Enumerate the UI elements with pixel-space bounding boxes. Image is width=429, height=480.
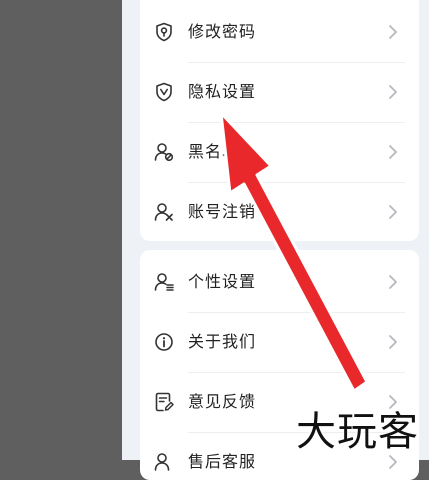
settings-card-account: 修改密码 隐私设置 黑名单 账号注销 [140, 0, 419, 241]
user-settings-icon [154, 272, 174, 292]
chevron-right-icon [385, 274, 401, 290]
settings-panel: 修改密码 隐私设置 黑名单 账号注销 个性设置 关于我们 意见反馈 售后客服 [122, 0, 429, 480]
chevron-right-icon [385, 454, 401, 470]
settings-item-label: 个性设置 [188, 272, 257, 291]
info-icon [154, 332, 174, 352]
settings-item-personalization[interactable]: 个性设置 [140, 252, 419, 312]
chevron-right-icon [385, 84, 401, 100]
chevron-right-icon [385, 394, 401, 410]
chevron-right-icon [385, 24, 401, 40]
settings-item-label: 账号注销 [188, 202, 257, 221]
chevron-right-icon [385, 144, 401, 160]
settings-item-blacklist[interactable]: 黑名单 [140, 122, 419, 182]
chevron-right-icon [385, 204, 401, 220]
settings-item-label: 隐私设置 [188, 82, 257, 101]
settings-item-label: 黑名单 [188, 142, 240, 161]
settings-item-label: 意见反馈 [188, 392, 257, 411]
lock-shield-icon [154, 22, 174, 42]
settings-item-about-us[interactable]: 关于我们 [140, 312, 419, 372]
settings-item-privacy[interactable]: 隐私设置 [140, 62, 419, 122]
chevron-right-icon [385, 334, 401, 350]
settings-item-label: 关于我们 [188, 332, 257, 351]
privacy-shield-icon [154, 82, 174, 102]
settings-item-change-password[interactable]: 修改密码 [140, 2, 419, 62]
watermark-text: 大玩客 [296, 409, 419, 455]
settings-item-delete-account[interactable]: 账号注销 [140, 182, 419, 241]
feedback-icon [154, 392, 174, 412]
user-block-icon [154, 142, 174, 162]
settings-item-label: 售后客服 [188, 452, 257, 471]
support-icon [154, 452, 174, 472]
user-remove-icon [154, 202, 174, 222]
settings-item-label: 修改密码 [188, 22, 257, 41]
